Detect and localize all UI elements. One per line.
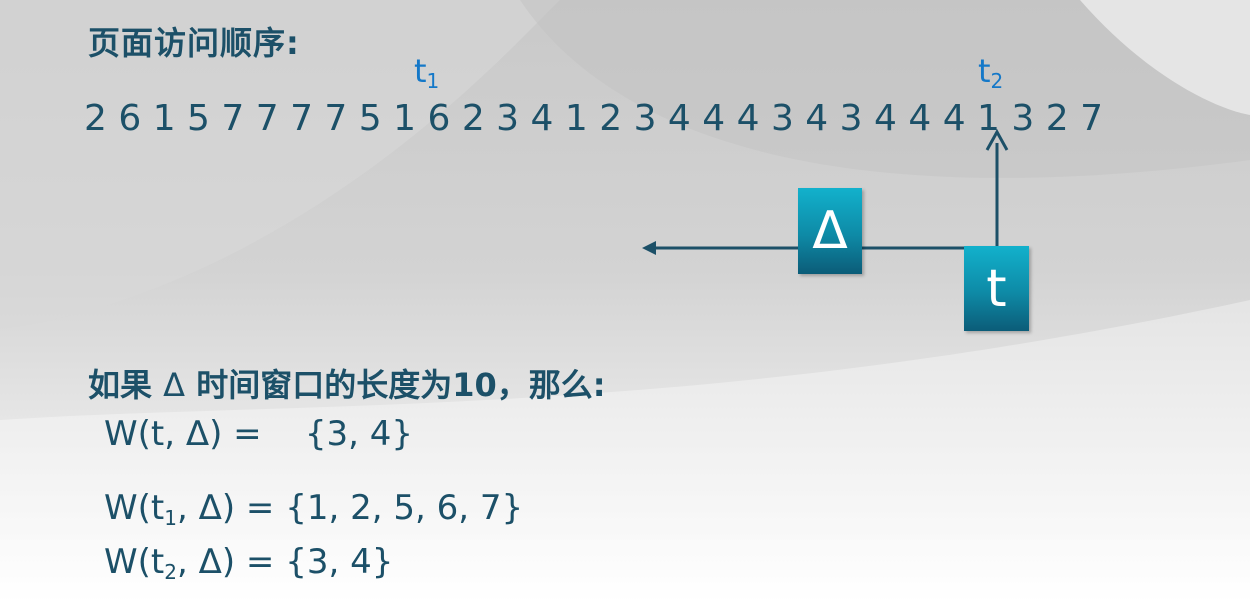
formula-w-t2-post: , Δ) = {3, 4} — [176, 542, 394, 582]
formula-w-t2-pre: W(t — [104, 542, 165, 582]
t-box: t — [964, 246, 1029, 331]
formula-w-t1-post: , Δ) = {1, 2, 5, 6, 7} — [176, 488, 524, 528]
formula-w-t2: W(t2, Δ) = {3, 4} — [104, 542, 393, 584]
formula-w-t: W(t, Δ) = {3, 4} — [104, 414, 413, 454]
delta-box: Δ — [798, 188, 862, 274]
formula-w-t1-pre: W(t — [104, 488, 165, 528]
formula-w-t1: W(t1, Δ) = {1, 2, 5, 6, 7} — [104, 488, 523, 530]
formula-w-t1-sub: 1 — [164, 506, 177, 530]
formula-w-t-left: W(t, Δ) = — [104, 414, 273, 454]
formula-w-t2-sub: 2 — [164, 560, 177, 584]
window-arrow-head — [642, 241, 656, 255]
formula-w-t-right: {3, 4} — [304, 414, 414, 454]
condition-post: 时间窗口的长度为10，那么: — [196, 366, 606, 404]
condition-pre: 如果 — [88, 366, 153, 404]
window-condition: 如果 Δ 时间窗口的长度为10，那么: — [88, 360, 606, 406]
condition-delta: Δ — [163, 366, 186, 404]
